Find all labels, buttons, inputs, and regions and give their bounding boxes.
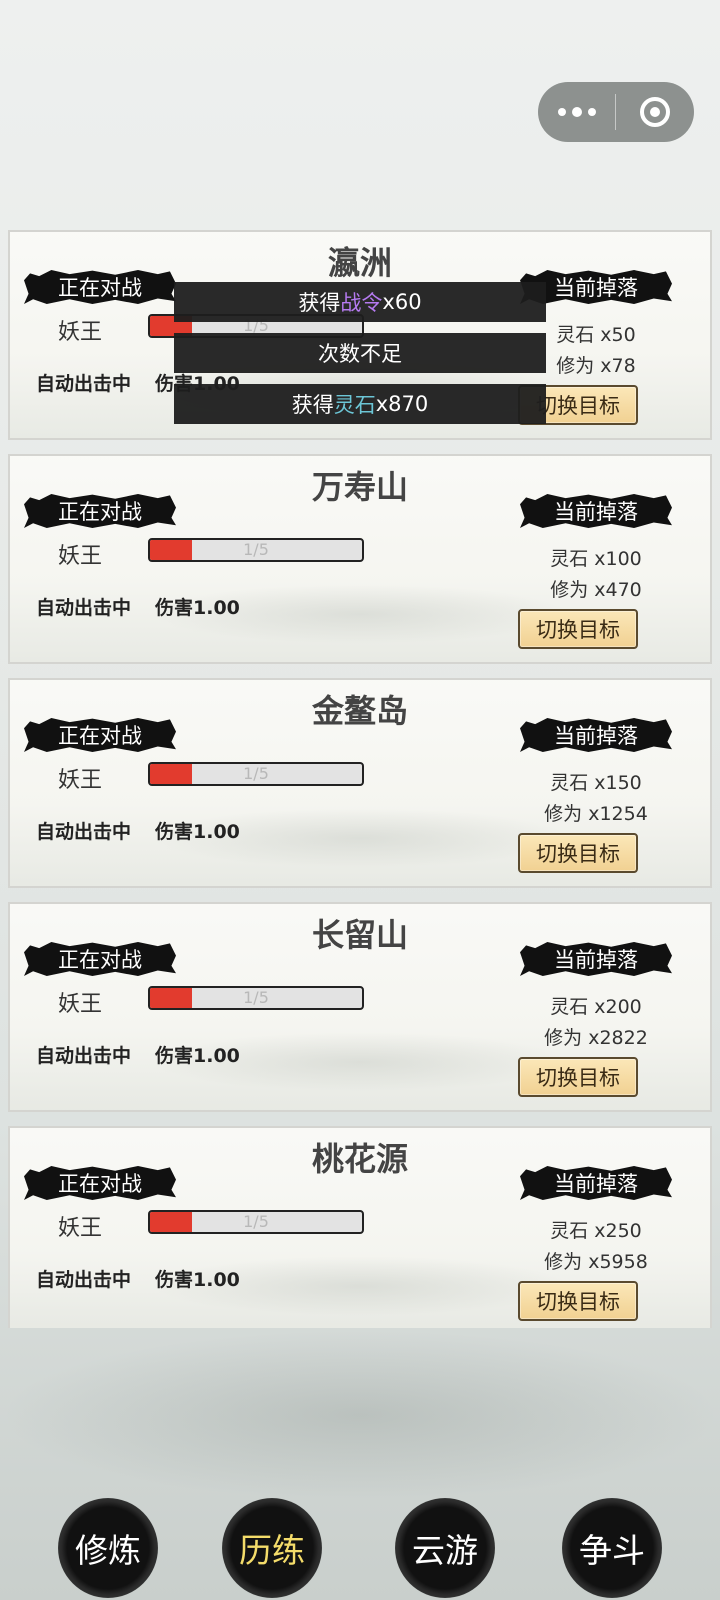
boss-name: 妖王 bbox=[58, 544, 103, 569]
toast-message: 次数不足 bbox=[318, 342, 402, 366]
fighting-label: 正在对战 bbox=[24, 270, 176, 304]
drop-item-cultivation: 修为 x470 bbox=[550, 579, 642, 601]
boss-name: 妖王 bbox=[58, 1216, 103, 1241]
toast-prefix: 获得 bbox=[298, 291, 341, 315]
auto-attack-status: 自动出击中 bbox=[36, 1045, 132, 1067]
more-dots-icon[interactable] bbox=[538, 82, 615, 142]
drop-label: 当前掉落 bbox=[520, 718, 672, 752]
boss-name: 妖王 bbox=[58, 992, 103, 1017]
fighting-label: 正在对战 bbox=[24, 1166, 176, 1200]
battle-card: 桃花源 正在对战 当前掉落 妖王 1/5 自动出击中 伤害1.00 灵石 x25… bbox=[8, 1126, 712, 1328]
auto-attack-status: 自动出击中 bbox=[36, 597, 132, 619]
switch-target-button[interactable]: 切换目标 bbox=[518, 609, 638, 649]
nav-training[interactable]: 历练 bbox=[222, 1498, 322, 1598]
drop-label: 当前掉落 bbox=[520, 1166, 672, 1200]
toast-amount: x60 bbox=[382, 290, 422, 314]
battle-card: 长留山 正在对战 当前掉落 妖王 1/5 自动出击中 伤害1.00 灵石 x20… bbox=[8, 902, 712, 1112]
switch-target-button[interactable]: 切换目标 bbox=[518, 1281, 638, 1321]
nav-travel[interactable]: 云游 bbox=[395, 1498, 495, 1598]
damage-value: 伤害1.00 bbox=[155, 1045, 240, 1067]
toast-prefix: 获得 bbox=[291, 393, 334, 417]
drop-item-cultivation: 修为 x2822 bbox=[544, 1027, 648, 1049]
boss-hp-bar: 1/5 bbox=[148, 762, 364, 786]
drop-item-spirit-stone: 灵石 x100 bbox=[550, 548, 642, 570]
drop-item-spirit-stone: 灵石 x200 bbox=[550, 996, 642, 1018]
damage-value: 伤害1.00 bbox=[155, 1269, 240, 1291]
hp-text: 1/5 bbox=[243, 988, 269, 1007]
boss-hp-bar: 1/5 bbox=[148, 1210, 364, 1234]
switch-target-button[interactable]: 切换目标 bbox=[518, 1057, 638, 1097]
switch-target-button[interactable]: 切换目标 bbox=[518, 833, 638, 873]
reward-toast: 获得 灵石 x870 bbox=[174, 384, 546, 424]
boss-name: 妖王 bbox=[58, 768, 103, 793]
toast-item: 战令 bbox=[340, 291, 383, 315]
hp-text: 1/5 bbox=[243, 1212, 269, 1231]
nav-battle[interactable]: 争斗 bbox=[562, 1498, 662, 1598]
drop-item-cultivation: 修为 x5958 bbox=[544, 1251, 648, 1273]
fighting-label: 正在对战 bbox=[24, 494, 176, 528]
fighting-label: 正在对战 bbox=[24, 718, 176, 752]
toast-item: 灵石 bbox=[333, 393, 376, 417]
reward-toast: 获得 战令 x60 bbox=[174, 282, 546, 322]
battle-card: 金鳌岛 正在对战 当前掉落 妖王 1/5 自动出击中 伤害1.00 灵石 x15… bbox=[8, 678, 712, 888]
nav-cultivate[interactable]: 修炼 bbox=[58, 1498, 158, 1598]
target-circle-icon[interactable] bbox=[616, 97, 694, 127]
drop-label: 当前掉落 bbox=[520, 942, 672, 976]
battle-card: 万寿山 正在对战 当前掉落 妖王 1/5 自动出击中 伤害1.00 灵石 x10… bbox=[8, 454, 712, 664]
drop-item-spirit-stone: 灵石 x150 bbox=[550, 772, 642, 794]
drop-item-spirit-stone: 灵石 x250 bbox=[550, 1220, 642, 1242]
auto-attack-status: 自动出击中 bbox=[36, 1269, 132, 1291]
auto-attack-status: 自动出击中 bbox=[36, 373, 132, 395]
warning-toast: 次数不足 bbox=[174, 333, 546, 373]
boss-name: 妖王 bbox=[58, 320, 103, 345]
auto-attack-status: 自动出击中 bbox=[36, 821, 132, 843]
toast-amount: x870 bbox=[375, 392, 429, 416]
drop-label: 当前掉落 bbox=[520, 494, 672, 528]
damage-value: 伤害1.00 bbox=[155, 821, 240, 843]
background-mountain bbox=[0, 1330, 720, 1500]
boss-hp-bar: 1/5 bbox=[148, 986, 364, 1010]
hp-text: 1/5 bbox=[243, 764, 269, 783]
hp-text: 1/5 bbox=[243, 540, 269, 559]
fighting-label: 正在对战 bbox=[24, 942, 176, 976]
damage-value: 伤害1.00 bbox=[155, 597, 240, 619]
mini-program-capsule bbox=[538, 82, 694, 142]
boss-hp-bar: 1/5 bbox=[148, 538, 364, 562]
drop-item-cultivation: 修为 x1254 bbox=[544, 803, 648, 825]
